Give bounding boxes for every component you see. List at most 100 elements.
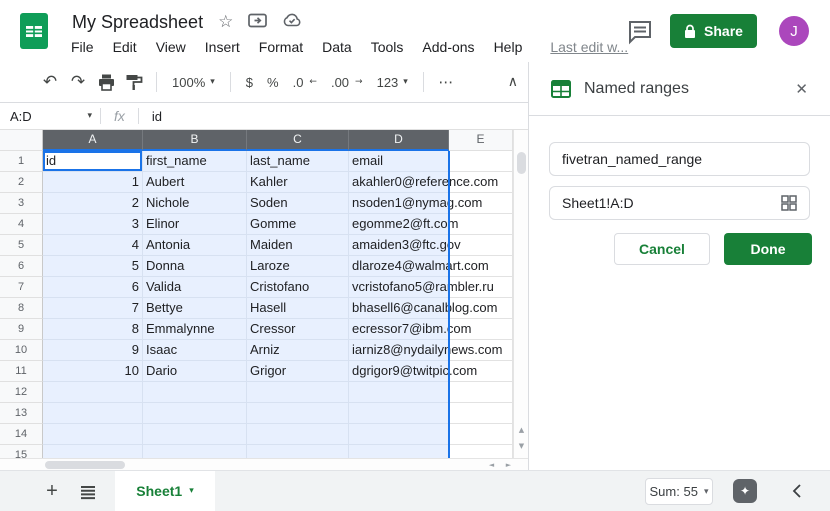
cell-E13[interactable] (449, 403, 513, 424)
cell-B12[interactable] (143, 382, 247, 403)
cell-A8[interactable]: 7 (43, 298, 143, 319)
scroll-left-button[interactable]: ◄ (484, 461, 499, 469)
cell-C11[interactable]: Grigor (247, 361, 349, 382)
menu-data[interactable]: Data (322, 39, 352, 55)
decrease-decimal-button[interactable]: .0← (286, 75, 324, 90)
cell-A1[interactable]: id (43, 151, 143, 172)
cell-A11[interactable]: 10 (43, 361, 143, 382)
paint-format-button[interactable] (120, 68, 148, 96)
row-header-15[interactable]: 15 (0, 445, 43, 458)
cell-C1[interactable]: last_name (247, 151, 349, 172)
cell-B5[interactable]: Antonia (143, 235, 247, 256)
sum-indicator[interactable]: Sum: 55 ▾ (645, 478, 713, 505)
cell-B1[interactable]: first_name (143, 151, 247, 172)
column-header-D[interactable]: D (349, 130, 449, 151)
name-box[interactable]: A:D ▾ (0, 103, 100, 129)
cell-B4[interactable]: Elinor (143, 214, 247, 235)
cell-E1[interactable] (449, 151, 513, 172)
cell-D14[interactable] (349, 424, 449, 445)
cell-D4[interactable]: egomme2@ft.com (349, 214, 449, 235)
cell-D5[interactable]: amaiden3@ftc.gov (349, 235, 449, 256)
vertical-scrollbar-thumb[interactable] (517, 152, 526, 174)
cell-A10[interactable]: 9 (43, 340, 143, 361)
close-icon[interactable]: ✕ (795, 80, 808, 98)
row-header-5[interactable]: 5 (0, 235, 43, 256)
cell-E12[interactable] (449, 382, 513, 403)
print-button[interactable] (92, 68, 120, 96)
star-icon[interactable]: ☆ (218, 12, 233, 32)
cell-D10[interactable]: iarniz8@nydailynews.com (349, 340, 449, 361)
format-percent-button[interactable]: % (260, 75, 286, 90)
done-button[interactable]: Done (724, 233, 812, 265)
vertical-scrollbar[interactable]: ▲ ▼ (513, 130, 528, 458)
row-header-13[interactable]: 13 (0, 403, 43, 424)
formula-input[interactable]: id (152, 109, 162, 124)
zoom-selector[interactable]: 100% ▾ (165, 75, 222, 90)
menu-help[interactable]: Help (494, 39, 523, 55)
row-header-3[interactable]: 3 (0, 193, 43, 214)
more-options-button[interactable]: ⋯ (432, 68, 460, 96)
cell-D13[interactable] (349, 403, 449, 424)
cell-A15[interactable] (43, 445, 143, 458)
cell-B14[interactable] (143, 424, 247, 445)
range-name-field[interactable] (549, 142, 810, 176)
undo-button[interactable]: ↶ (36, 68, 64, 96)
cell-C12[interactable] (247, 382, 349, 403)
menu-add-ons[interactable]: Add-ons (422, 39, 474, 55)
last-edit-link[interactable]: Last edit w... (550, 39, 628, 55)
avatar[interactable]: J (779, 16, 809, 46)
cell-B7[interactable]: Valida (143, 277, 247, 298)
explore-button[interactable]: ✦ (733, 479, 757, 503)
row-header-4[interactable]: 4 (0, 214, 43, 235)
cell-A7[interactable]: 6 (43, 277, 143, 298)
move-to-folder-icon[interactable] (248, 12, 267, 33)
menu-format[interactable]: Format (259, 39, 303, 55)
cell-C4[interactable]: Gomme (247, 214, 349, 235)
redo-button[interactable]: ↷ (64, 68, 92, 96)
cell-C3[interactable]: Soden (247, 193, 349, 214)
cell-C6[interactable]: Laroze (247, 256, 349, 277)
row-header-8[interactable]: 8 (0, 298, 43, 319)
sheets-logo-icon[interactable] (20, 13, 48, 54)
collapse-toolbar-button[interactable]: ∧ (508, 74, 518, 90)
cell-D9[interactable]: ecressor7@ibm.com (349, 319, 449, 340)
cell-D7[interactable]: vcristofano5@rambler.ru (349, 277, 449, 298)
row-header-6[interactable]: 6 (0, 256, 43, 277)
menu-edit[interactable]: Edit (113, 39, 137, 55)
scroll-down-button[interactable]: ▼ (514, 442, 529, 450)
column-header-A[interactable]: A (43, 130, 143, 151)
horizontal-scrollbar-thumb[interactable] (45, 461, 125, 469)
column-header-B[interactable]: B (143, 130, 247, 151)
cancel-button[interactable]: Cancel (614, 233, 710, 265)
column-header-E[interactable]: E (449, 130, 513, 151)
row-header-2[interactable]: 2 (0, 172, 43, 193)
cell-C10[interactable]: Arniz (247, 340, 349, 361)
cell-C14[interactable] (247, 424, 349, 445)
range-reference-input[interactable] (562, 195, 772, 211)
cell-C5[interactable]: Maiden (247, 235, 349, 256)
cloud-status-icon[interactable] (282, 12, 302, 32)
horizontal-scrollbar[interactable]: ◄ ► (0, 458, 528, 470)
menu-file[interactable]: File (71, 39, 94, 55)
cell-A4[interactable]: 3 (43, 214, 143, 235)
scroll-up-button[interactable]: ▲ (514, 426, 529, 434)
range-reference-field[interactable] (549, 186, 810, 220)
cell-D2[interactable]: akahler0@reference.com (349, 172, 449, 193)
cell-C15[interactable] (247, 445, 349, 458)
increase-decimal-button[interactable]: .00→ (324, 75, 370, 90)
menu-insert[interactable]: Insert (205, 39, 240, 55)
row-header-11[interactable]: 11 (0, 361, 43, 382)
cell-C9[interactable]: Cressor (247, 319, 349, 340)
cell-B8[interactable]: Bettye (143, 298, 247, 319)
cell-E4[interactable] (449, 214, 513, 235)
cell-D1[interactable]: email (349, 151, 449, 172)
cell-D8[interactable]: bhasell6@canalblog.com (349, 298, 449, 319)
sheet-tab[interactable]: Sheet1 ▾ (115, 471, 215, 511)
cell-A13[interactable] (43, 403, 143, 424)
cell-A5[interactable]: 4 (43, 235, 143, 256)
row-header-7[interactable]: 7 (0, 277, 43, 298)
row-header-10[interactable]: 10 (0, 340, 43, 361)
cell-A9[interactable]: 8 (43, 319, 143, 340)
cell-B9[interactable]: Emmalynne (143, 319, 247, 340)
cell-D3[interactable]: nsoden1@nymag.com (349, 193, 449, 214)
